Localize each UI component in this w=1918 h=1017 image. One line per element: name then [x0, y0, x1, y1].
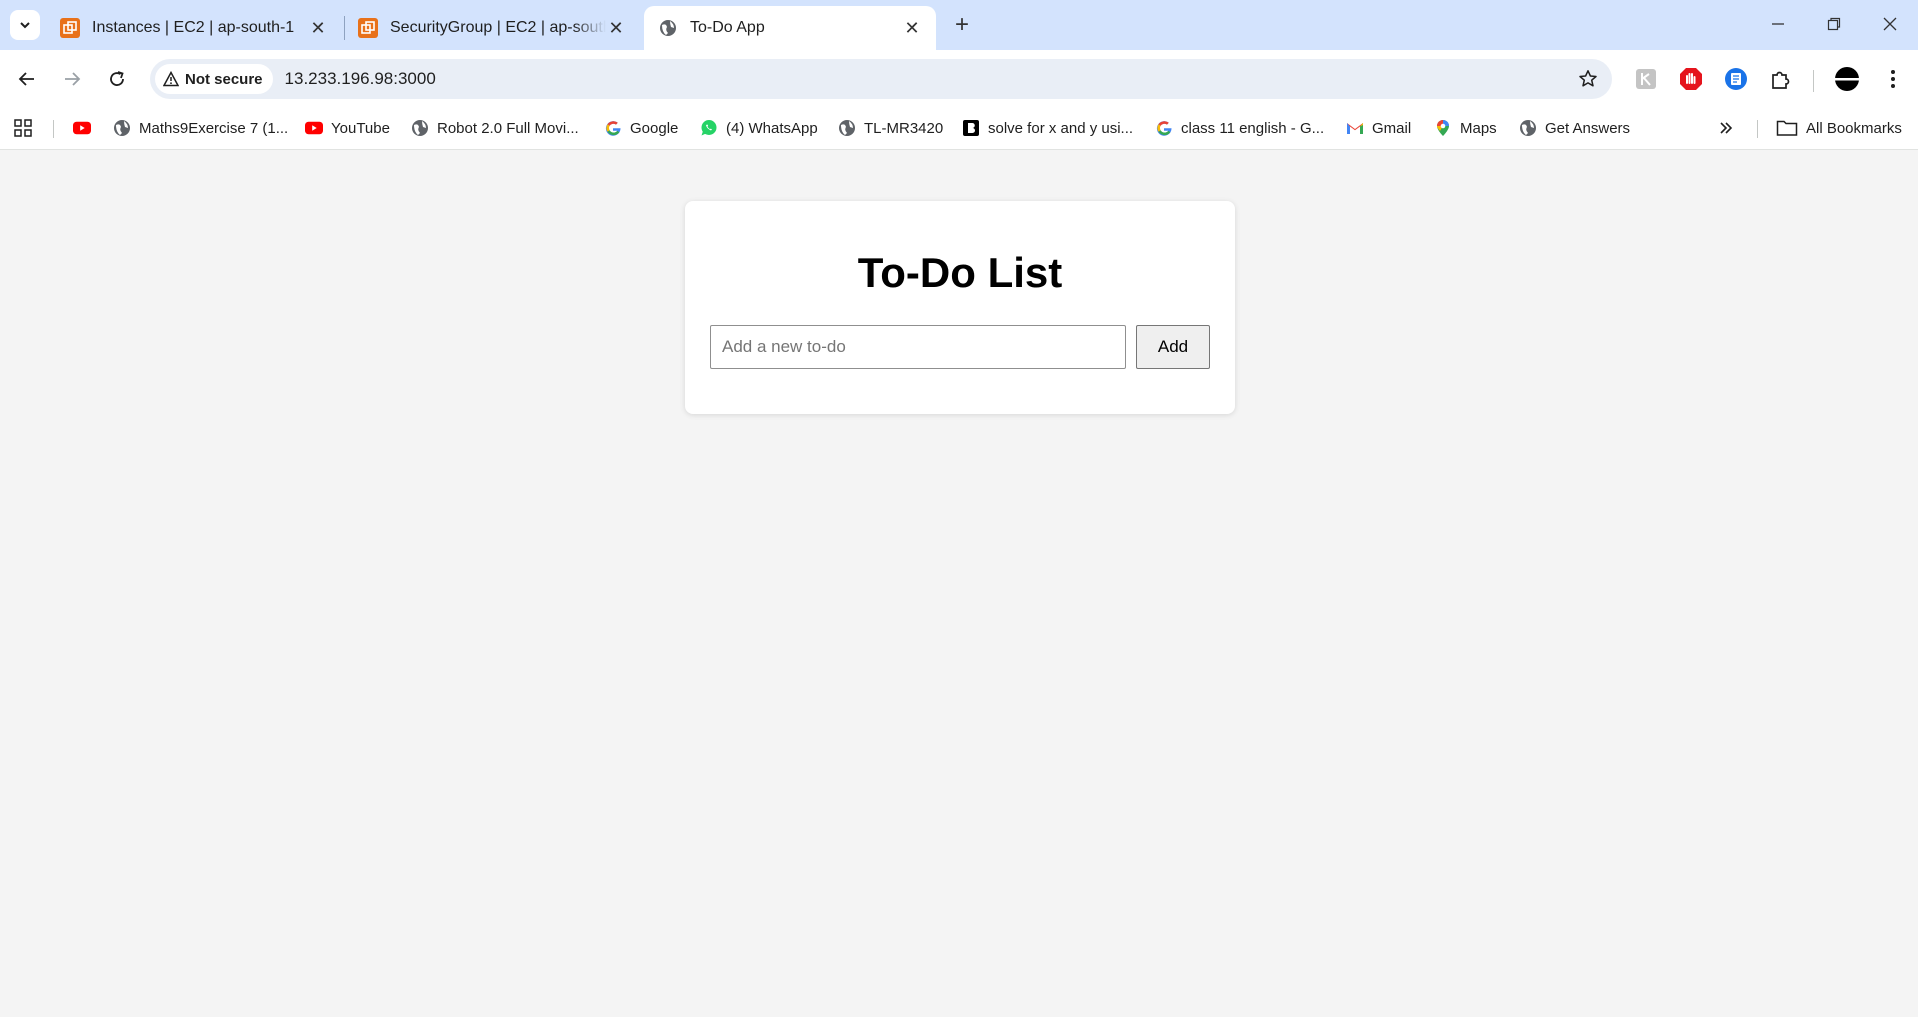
- extension-button[interactable]: [1632, 65, 1660, 93]
- restore-button[interactable]: [1806, 0, 1862, 48]
- reload-button[interactable]: [100, 62, 134, 96]
- bookmarks-divider: [53, 120, 54, 138]
- close-icon[interactable]: ✕: [308, 18, 328, 38]
- aws-icon: [358, 18, 378, 38]
- tab-strip: Instances | EC2 | ap-south-1 ✕ SecurityG…: [0, 0, 1918, 50]
- arrow-left-icon: [18, 72, 34, 86]
- bookmark-label: class 11 english - G...: [1181, 119, 1325, 137]
- bookmark-maths9exercise[interactable]: Maths9Exercise 7 (1...: [113, 115, 288, 141]
- minimize-button[interactable]: [1750, 0, 1806, 48]
- bookmark-tl-mr3420[interactable]: TL-MR3420: [838, 115, 943, 141]
- all-bookmarks-label: All Bookmarks: [1806, 119, 1902, 137]
- bookmark-label: Google: [630, 119, 679, 137]
- bookmark-google[interactable]: Google: [604, 115, 678, 141]
- reload-icon: [110, 71, 124, 86]
- close-icon[interactable]: ✕: [606, 18, 626, 38]
- arrow-right-icon: [65, 72, 81, 86]
- avatar: [1835, 67, 1859, 91]
- bookmark-label: Robot 2.0 Full Movi...: [437, 119, 579, 137]
- bookmark-label: Maps: [1460, 119, 1497, 137]
- google-icon: [1155, 119, 1173, 137]
- tab-todo-app[interactable]: To-Do App ✕: [644, 6, 936, 50]
- bookmark-label: Gmail: [1372, 119, 1412, 137]
- apps-button[interactable]: [14, 115, 32, 141]
- new-tab-button[interactable]: +: [948, 10, 976, 40]
- bookmarks-bar: Maths9Exercise 7 (1... YouTube Robot 2.0…: [0, 107, 1918, 150]
- todo-input[interactable]: [710, 325, 1126, 369]
- bookmark-whatsapp[interactable]: (4) WhatsApp: [700, 115, 818, 141]
- whatsapp-icon: [700, 119, 718, 137]
- add-button[interactable]: Add: [1136, 325, 1210, 369]
- puzzle-icon: [1772, 71, 1790, 89]
- restore-icon: [1827, 17, 1841, 31]
- document-circle-icon: [1725, 68, 1747, 90]
- adblock-button[interactable]: [1677, 65, 1705, 93]
- minimize-icon: [1772, 23, 1784, 25]
- bookmark-solve-for-x[interactable]: solve for x and y usi...: [962, 115, 1133, 141]
- folder-icon: [1776, 119, 1798, 137]
- security-label: Not secure: [185, 70, 263, 88]
- back-button[interactable]: [10, 62, 44, 96]
- all-bookmarks-button[interactable]: All Bookmarks: [1776, 115, 1902, 141]
- double-chevron-right-icon: [1720, 122, 1733, 134]
- bookmark-label: (4) WhatsApp: [726, 119, 818, 137]
- warning-icon: [163, 71, 179, 87]
- brainly-icon: [962, 119, 980, 137]
- extensions-menu-button[interactable]: [1767, 65, 1795, 93]
- toolbar-divider: [1813, 70, 1814, 92]
- chrome-menu-button[interactable]: [1879, 65, 1907, 93]
- globe-icon: [411, 119, 429, 137]
- adblock-icon: [1680, 68, 1702, 90]
- browser-toolbar: Not secure 13.233.196.98:3000: [0, 50, 1918, 107]
- bookmark-get-answers[interactable]: Get Answers: [1519, 115, 1630, 141]
- bookmark-label: Maths9Exercise 7 (1...: [139, 119, 289, 137]
- globe-icon: [658, 18, 678, 38]
- todo-card: To-Do List Add: [685, 201, 1235, 414]
- tab-search-button[interactable]: [10, 10, 40, 40]
- docs-extension-button[interactable]: [1722, 65, 1750, 93]
- star-icon[interactable]: [1578, 69, 1598, 89]
- tab-securitygroup[interactable]: SecurityGroup | EC2 | ap-south-1 ✕: [344, 6, 640, 50]
- url-text: 13.233.196.98:3000: [284, 69, 436, 88]
- bookmark-youtube[interactable]: YouTube: [305, 115, 390, 141]
- tab-title: Instances | EC2 | ap-south-1: [92, 19, 295, 36]
- tab-title: SecurityGroup | EC2 | ap-south-1: [390, 19, 606, 36]
- bookmark-class11-english[interactable]: class 11 english - G...: [1155, 115, 1324, 141]
- apps-grid-icon: [14, 119, 32, 137]
- bookmark-label: TL-MR3420: [864, 119, 944, 137]
- bookmark-maps[interactable]: Maps: [1434, 115, 1497, 141]
- aws-icon: [60, 18, 80, 38]
- bookmark-label: solve for x and y usi...: [988, 119, 1134, 137]
- page-title: To-Do List: [857, 249, 1063, 296]
- bookmark-robot[interactable]: Robot 2.0 Full Movi...: [411, 115, 579, 141]
- close-icon: [1883, 17, 1897, 31]
- globe-icon: [838, 119, 856, 137]
- gmail-icon: [1346, 119, 1364, 137]
- plus-icon: +: [954, 11, 969, 38]
- tab-title: To-Do App: [690, 19, 765, 36]
- close-window-button[interactable]: [1862, 0, 1918, 48]
- tab-instances[interactable]: Instances | EC2 | ap-south-1 ✕: [46, 6, 342, 50]
- forward-button[interactable]: [55, 62, 89, 96]
- chevron-down-icon: [20, 22, 30, 29]
- close-icon[interactable]: ✕: [902, 18, 922, 38]
- globe-icon: [113, 119, 131, 137]
- bookmark-label: Get Answers: [1545, 119, 1631, 137]
- google-icon: [604, 119, 622, 137]
- youtube-icon: [73, 119, 91, 137]
- security-chip[interactable]: Not secure: [155, 64, 273, 94]
- address-bar[interactable]: Not secure 13.233.196.98:3000: [150, 59, 1612, 99]
- bookmark-label: YouTube: [331, 119, 390, 137]
- youtube-icon: [305, 119, 323, 137]
- bookmark-gmail[interactable]: Gmail: [1346, 115, 1411, 141]
- kebab-menu-icon: [1891, 70, 1895, 88]
- profile-button[interactable]: [1833, 65, 1861, 93]
- globe-icon: [1519, 119, 1537, 137]
- maps-icon: [1434, 119, 1452, 137]
- bookmarks-overflow-button[interactable]: [1718, 115, 1734, 141]
- bookmarks-divider: [1757, 120, 1758, 138]
- bookmark-youtube-shortcut[interactable]: [73, 115, 91, 141]
- extension-gray-icon: [1636, 69, 1656, 89]
